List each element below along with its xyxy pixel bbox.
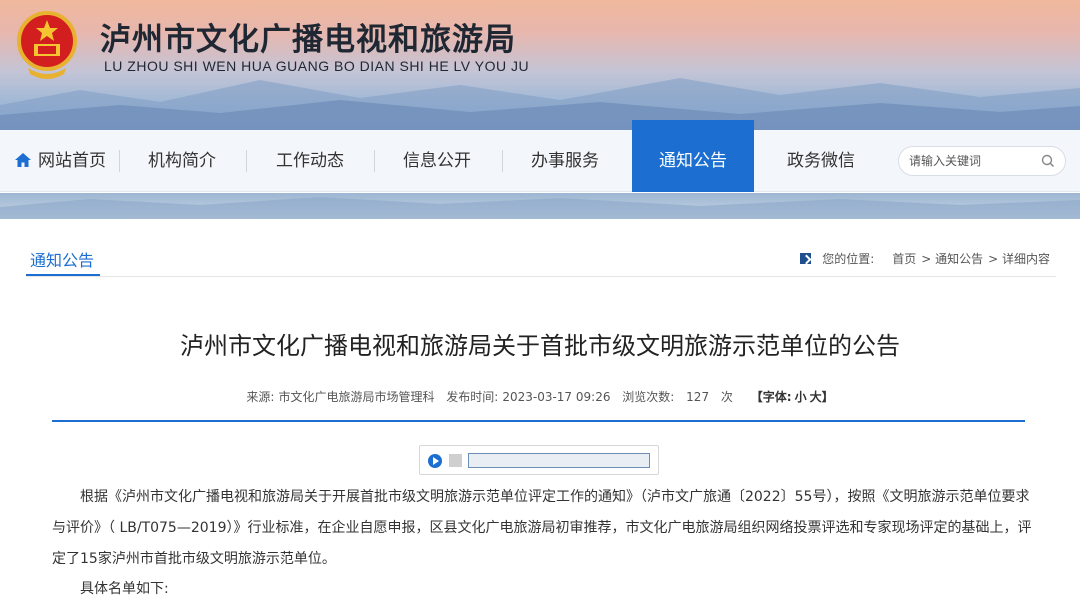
play-icon[interactable]	[428, 454, 442, 468]
site-title: 泸州市文化广播电视和旅游局	[100, 22, 516, 58]
location-icon	[800, 253, 812, 264]
stop-icon[interactable]	[449, 454, 462, 467]
nav-item-info-disclosure[interactable]: 信息公开	[380, 130, 494, 192]
article-paragraph: 具体名单如下:	[80, 581, 169, 597]
section-underline	[26, 274, 100, 276]
meta-date: 2023-03-17 09:26	[502, 390, 611, 404]
meta-source: 市文化广电旅游局市场管理科	[278, 390, 435, 404]
nav-separator	[374, 150, 375, 172]
breadcrumb-home[interactable]: 首页	[892, 250, 916, 267]
article-meta: 来源: 市文化广电旅游局市场管理科 发布时间: 2023-03-17 09:26 浏…	[0, 388, 1080, 405]
font-large-button[interactable]: 大】	[810, 390, 834, 404]
header-banner: 泸州市文化广播电视和旅游局 LU ZHOU SHI WEN HUA GUANG …	[0, 0, 1080, 130]
meta-views-unit: 次	[720, 390, 733, 404]
meta-source-label: 来源:	[246, 390, 275, 404]
mountain-strip	[0, 193, 1080, 219]
section-title: 通知公告	[30, 251, 95, 270]
home-icon	[15, 152, 31, 167]
search-input[interactable]	[909, 151, 1039, 171]
nav-item-services[interactable]: 办事服务	[508, 130, 622, 192]
nav-item-home[interactable]: 网站首页	[8, 130, 112, 192]
nav-separator	[246, 150, 247, 172]
breadcrumb-current: > 详细内容	[988, 252, 1050, 266]
national-emblem-icon	[17, 11, 77, 79]
meta-views: 127	[686, 390, 710, 404]
search-box	[898, 146, 1066, 176]
nav-separator	[119, 150, 120, 172]
nav-item-notices[interactable]: 通知公告	[632, 120, 754, 192]
nav-item-wechat[interactable]: 政务微信	[762, 130, 880, 192]
article-title: 泸州市文化广播电视和旅游局关于首批市级文明旅游示范单位的公告	[180, 332, 900, 360]
breadcrumb: 您的位置: 首页 > 通知公告 > 详细内容	[800, 250, 1050, 267]
site-pinyin: LU ZHOU SHI WEN HUA GUANG BO DIAN SHI HE…	[104, 58, 530, 74]
mountain-strip-decoration	[0, 197, 1080, 219]
audio-progress-bar[interactable]	[468, 453, 650, 468]
audio-player	[419, 445, 659, 475]
meta-views-label: 浏览次数:	[622, 390, 675, 404]
nav-item-about[interactable]: 机构简介	[126, 130, 238, 192]
divider	[26, 276, 1056, 277]
article-paragraph: 根据《泸州市文化广播电视和旅游局关于开展首批市级文明旅游示范单位评定工作的通知》…	[52, 489, 1032, 567]
nav-separator	[502, 150, 503, 172]
nav-item-news[interactable]: 工作动态	[254, 130, 366, 192]
nav-label-home: 网站首页	[38, 151, 106, 171]
meta-date-label: 发布时间:	[446, 390, 499, 404]
font-small-button[interactable]: 小	[795, 390, 807, 404]
search-icon[interactable]	[1041, 154, 1055, 168]
font-size-label: 【字体:	[750, 390, 792, 404]
title-divider	[52, 420, 1025, 422]
breadcrumb-notices[interactable]: > 通知公告	[921, 250, 983, 267]
breadcrumb-prefix: 您的位置:	[822, 252, 875, 266]
